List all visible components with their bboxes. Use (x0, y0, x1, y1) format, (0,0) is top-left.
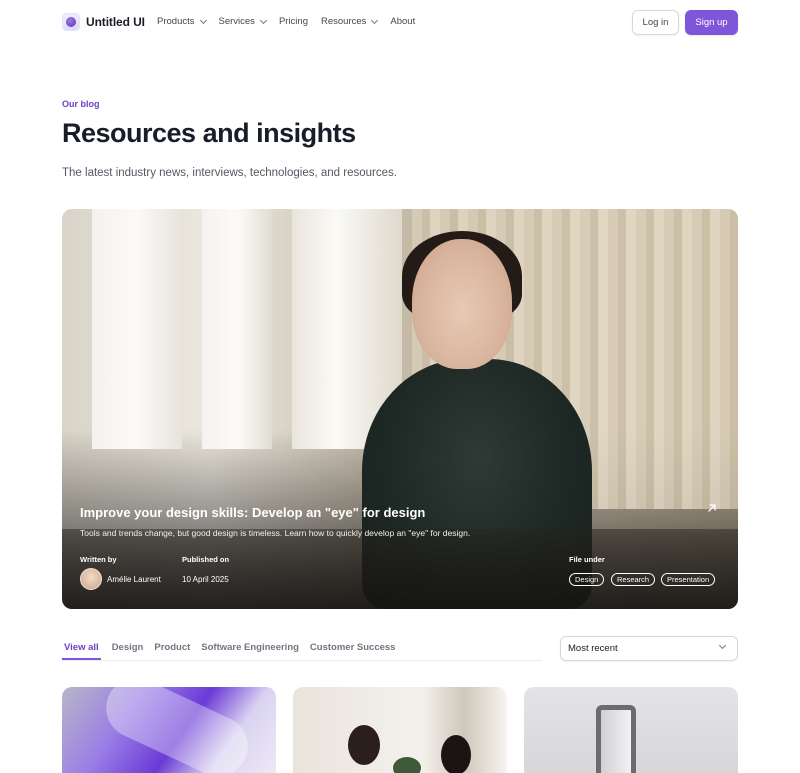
abstract-metal-shape (596, 705, 636, 773)
hero-photo-window (202, 209, 272, 449)
nav-item-label: About (390, 16, 416, 27)
tab-design[interactable]: Design (112, 636, 144, 660)
nav-item-label: Resources (320, 16, 367, 27)
abstract-glass-shape (96, 687, 258, 773)
nav-item-pricing[interactable]: Pricing (279, 16, 308, 27)
brand-name: Untitled UI (86, 15, 145, 29)
login-button[interactable]: Log in (632, 10, 679, 35)
tag-research[interactable]: Research (611, 573, 656, 586)
nav-item-about[interactable]: About (390, 16, 415, 27)
featured-post-card[interactable]: Improve your design skills: Develop an "… (62, 209, 738, 609)
arrow-up-right-icon[interactable] (706, 502, 720, 516)
tag-design[interactable]: Design (569, 573, 605, 586)
chevron-down-icon (371, 16, 379, 24)
photo-person (348, 725, 380, 765)
photo-person (441, 735, 471, 773)
tab-view-all[interactable]: View all (62, 636, 101, 660)
page-title: Resources and insights (62, 118, 356, 148)
sort-select-value: Most recent (568, 643, 618, 654)
tab-customer-success[interactable]: Customer Success (310, 636, 396, 660)
post-card-image[interactable] (62, 687, 276, 773)
file-under-label: File under (569, 555, 605, 564)
nav-item-resources[interactable]: Resources (320, 16, 379, 27)
logo-icon (62, 13, 80, 31)
chevron-down-icon (259, 16, 267, 24)
tag-presentation[interactable]: Presentation (661, 573, 716, 586)
page-subtitle: The latest industry news, interviews, te… (62, 167, 397, 179)
hero-photo-desk (62, 529, 738, 609)
tab-software-engineering[interactable]: Software Engineering (201, 636, 299, 660)
featured-description: Tools and trends change, but good design… (80, 528, 471, 538)
chevron-down-icon (718, 641, 727, 650)
written-by-label: Written by (80, 555, 117, 564)
post-card-image[interactable] (524, 687, 738, 773)
nav-item-products[interactable]: Products (157, 16, 207, 27)
hero-photo-window (92, 209, 182, 449)
category-tabs: View all Design Product Software Enginee… (62, 636, 542, 661)
brand-logo[interactable]: Untitled UI (62, 13, 145, 31)
featured-title[interactable]: Improve your design skills: Develop an "… (80, 505, 425, 520)
nav-item-label: Products (157, 16, 195, 27)
nav-item-label: Pricing (278, 16, 308, 27)
published-date: 10 April 2025 (182, 575, 229, 584)
post-card-image[interactable] (293, 687, 507, 773)
top-nav: Untitled UI Products Services Pricing Re… (0, 0, 800, 44)
photo-plant (393, 757, 421, 773)
nav-item-label: Services (218, 16, 255, 27)
published-label: Published on (182, 555, 230, 564)
tab-product[interactable]: Product (154, 636, 190, 660)
section-eyebrow: Our blog (62, 99, 100, 109)
author-name: Amélie Laurent (107, 575, 161, 584)
nav-menu: Products Services Pricing Resources Abou… (157, 16, 415, 27)
chevron-down-icon (199, 16, 207, 24)
author-avatar (80, 568, 102, 590)
signup-button[interactable]: Sign up (685, 10, 738, 35)
sort-select[interactable]: Most recent (560, 636, 738, 661)
hero-photo-person-face (412, 239, 512, 369)
nav-item-services[interactable]: Services (218, 16, 267, 27)
